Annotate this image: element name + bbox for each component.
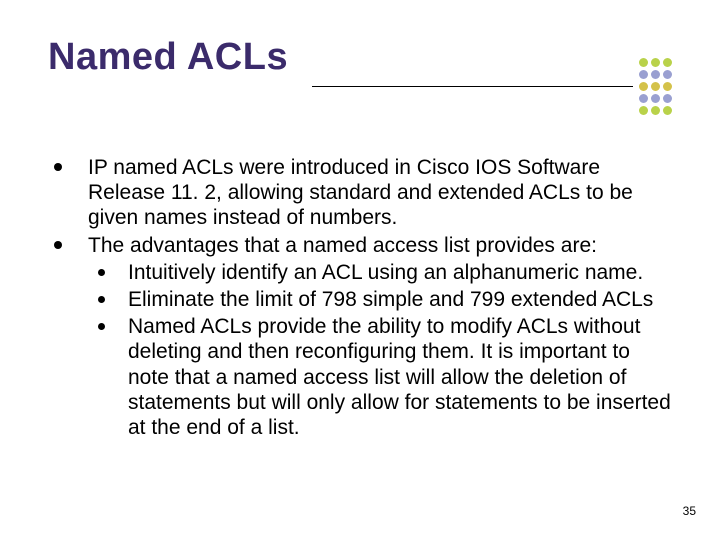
dot-icon <box>651 82 660 91</box>
dot-icon <box>639 82 648 91</box>
bullet-list-level1: IP named ACLs were introduced in Cisco I… <box>48 155 672 440</box>
dot-icon <box>639 106 648 115</box>
bullet-list-level2: Intuitively identify an ACL using an alp… <box>88 260 672 440</box>
page-number: 35 <box>683 504 696 518</box>
bullet-text: The advantages that a named access list … <box>88 234 597 257</box>
list-item: Eliminate the limit of 798 simple and 79… <box>88 287 672 312</box>
dot-icon <box>663 94 672 103</box>
dot-icon <box>663 58 672 67</box>
dot-icon <box>651 70 660 79</box>
bullet-text: Named ACLs provide the ability to modify… <box>128 315 671 439</box>
bullet-text: IP named ACLs were introduced in Cisco I… <box>88 156 633 229</box>
list-item: Intuitively identify an ACL using an alp… <box>88 260 672 285</box>
body-text: IP named ACLs were introduced in Cisco I… <box>48 155 672 440</box>
dot-icon <box>639 94 648 103</box>
bullet-text: Intuitively identify an ACL using an alp… <box>128 261 643 284</box>
title-row: Named ACLs <box>48 36 672 115</box>
bullet-text: Eliminate the limit of 798 simple and 79… <box>128 288 653 311</box>
list-item: The advantages that a named access list … <box>48 233 672 441</box>
dot-icon <box>639 70 648 79</box>
dot-icon <box>651 106 660 115</box>
dot-icon <box>651 94 660 103</box>
slide: Named ACLs IP named ACLs were introduced… <box>0 0 720 540</box>
decorative-dots <box>639 58 672 115</box>
dot-icon <box>639 58 648 67</box>
title-rule-wrap <box>312 58 672 115</box>
dot-icon <box>663 106 672 115</box>
dot-icon <box>663 70 672 79</box>
list-item: IP named ACLs were introduced in Cisco I… <box>48 155 672 231</box>
list-item: Named ACLs provide the ability to modify… <box>88 314 672 440</box>
title-rule <box>312 86 633 87</box>
dot-icon <box>663 82 672 91</box>
page-title: Named ACLs <box>48 36 288 79</box>
dot-icon <box>651 58 660 67</box>
